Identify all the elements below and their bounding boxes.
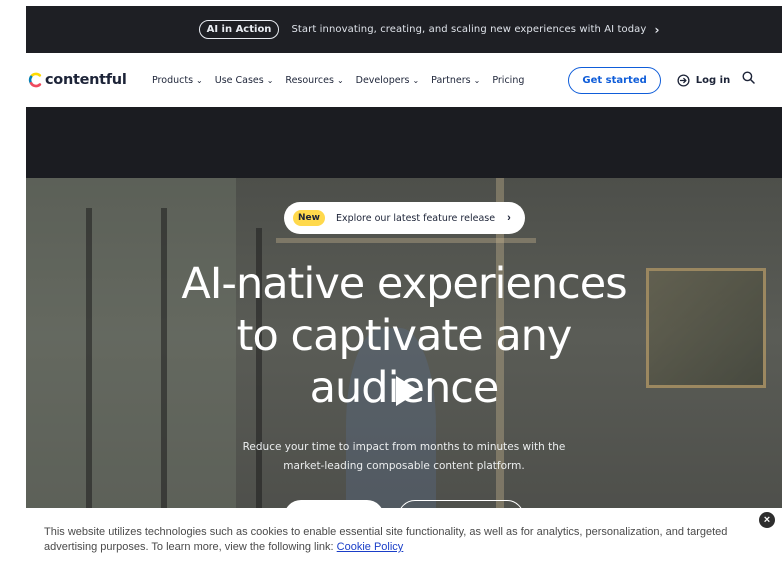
nav-item-label: Products	[152, 74, 194, 86]
subtitle-line-2: market-leading composable content platfo…	[283, 460, 525, 472]
search-icon	[742, 71, 755, 84]
chevron-right-icon: ›	[654, 22, 660, 37]
main-navigation: contentful Products ⌄ Use Cases ⌄ Resource…	[26, 53, 782, 107]
hero-subtitle: Reduce your time to impact from months t…	[26, 438, 782, 476]
login-label: Log in	[695, 74, 731, 86]
get-started-button[interactable]: Get started	[568, 66, 661, 94]
ai-in-action-pill[interactable]: AI in Action	[198, 20, 280, 39]
new-tag: New	[293, 210, 325, 226]
contentful-logo-mark-icon	[28, 72, 42, 88]
nav-menu: Products ⌄ Use Cases ⌄ Resources ⌄ Develope…	[152, 75, 536, 86]
logo-text: contentful	[45, 72, 127, 88]
contentful-logo[interactable]: contentful	[28, 72, 146, 88]
cookie-text: This website utilizes technologies such …	[44, 525, 744, 555]
chevron-down-icon: ⌄	[196, 75, 203, 85]
announcement-message[interactable]: Start innovating, creating, and scaling …	[291, 24, 646, 35]
chevron-down-icon: ⌄	[473, 75, 481, 85]
hero-top-band	[26, 107, 782, 178]
announcement-bar[interactable]: AI in Action Start innovating, creating,…	[26, 6, 782, 53]
chevron-down-icon: ⌄	[266, 75, 274, 85]
badge-text: Explore our latest feature release	[335, 212, 496, 224]
login-icon	[677, 73, 690, 87]
cookie-banner: This website utilizes technologies such …	[0, 508, 782, 572]
login-link[interactable]: Log in	[677, 73, 731, 87]
headline-line-2: to captivate any	[236, 311, 573, 361]
feature-release-badge[interactable]: New Explore our latest feature release ›	[284, 202, 525, 234]
nav-item-resources[interactable]: Resources ⌄	[285, 75, 343, 86]
chevron-down-icon: ⌄	[336, 75, 344, 85]
nav-item-use-cases[interactable]: Use Cases ⌄	[215, 75, 274, 86]
close-icon[interactable]: ×	[759, 512, 775, 528]
nav-item-label: Pricing	[492, 74, 525, 86]
nav-item-label: Developers	[355, 74, 410, 86]
page: AI in Action Start innovating, creating,…	[26, 6, 782, 572]
cookie-policy-link[interactable]: Cookie Policy	[337, 541, 404, 553]
chevron-right-icon: ›	[507, 212, 511, 224]
nav-item-products[interactable]: Products ⌄	[152, 75, 203, 86]
headline-line-1: AI-native experiences	[181, 259, 627, 309]
nav-item-developers[interactable]: Developers ⌄	[356, 75, 420, 86]
nav-item-partners[interactable]: Partners ⌄	[431, 75, 480, 86]
nav-item-label: Partners	[431, 74, 471, 86]
nav-item-pricing[interactable]: Pricing	[492, 75, 524, 86]
search-button[interactable]	[742, 71, 755, 89]
play-icon[interactable]	[392, 374, 422, 408]
subtitle-line-1: Reduce your time to impact from months t…	[242, 441, 566, 453]
nav-item-label: Use Cases	[214, 74, 264, 86]
nav-item-label: Resources	[285, 74, 334, 86]
chevron-down-icon: ⌄	[412, 75, 420, 85]
